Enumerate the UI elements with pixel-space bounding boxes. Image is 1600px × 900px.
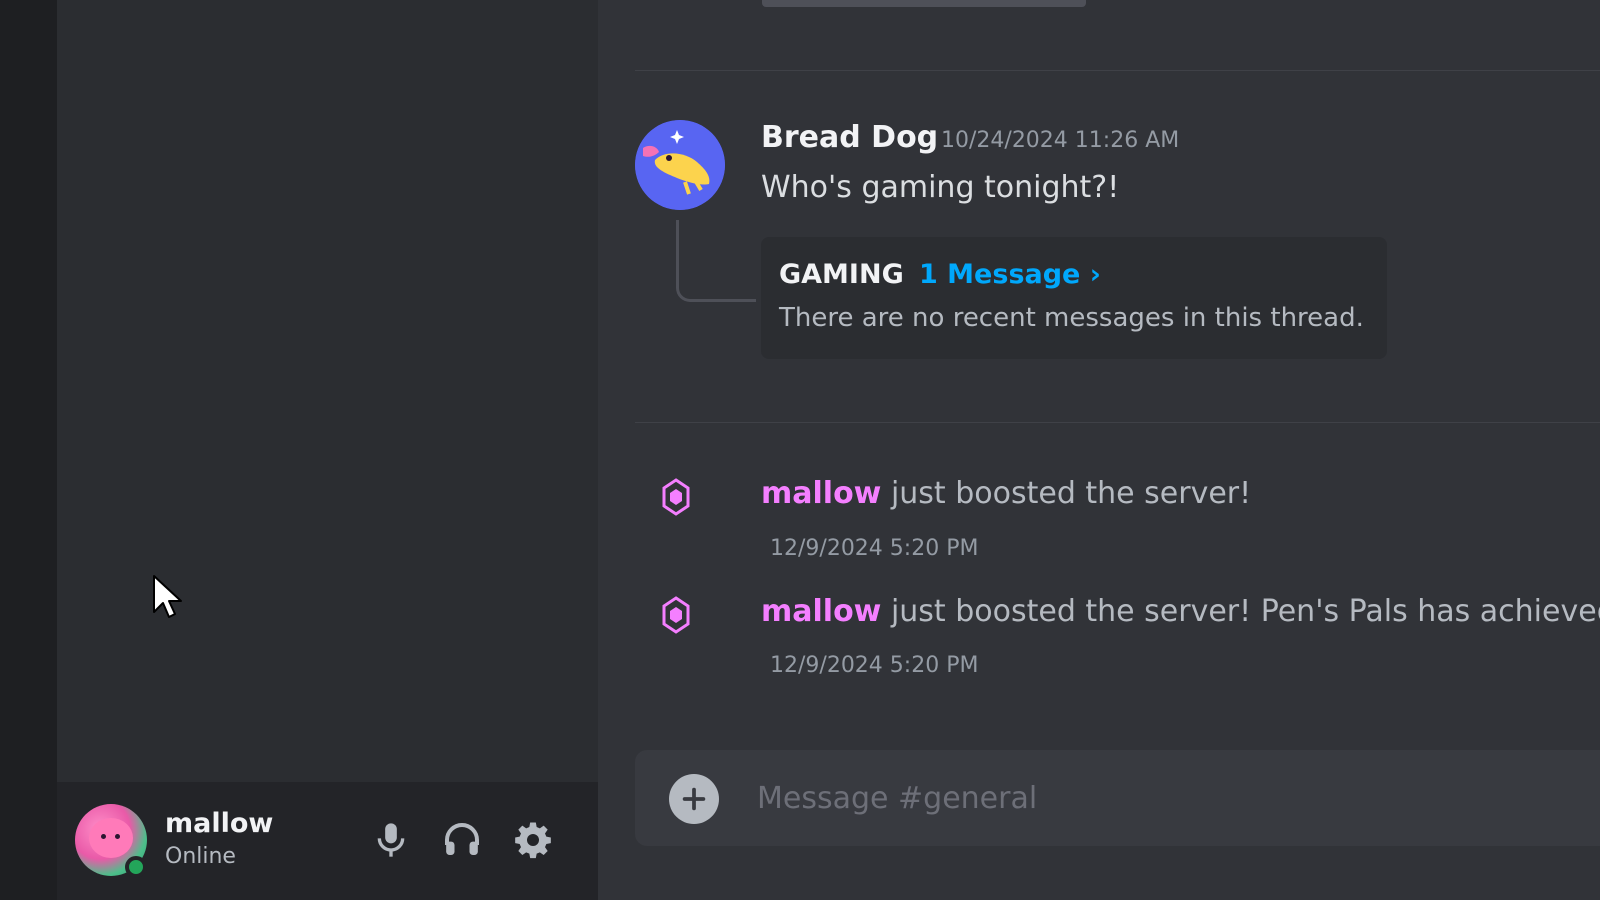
thread-message-count-link[interactable]: 1 Message › [919,259,1101,290]
headphones-icon [445,823,479,855]
chat-area: Bread Dog 10/24/2024 11:26 AM Who's gami… [598,0,1600,900]
thread-name[interactable]: GAMING [779,259,904,290]
previous-embed [762,0,1086,7]
user-settings-button[interactable] [507,814,559,866]
boost-timestamp: 12/9/2024 5:20 PM [770,653,979,678]
message-divider [635,422,1600,423]
channel-sidebar [57,0,598,900]
gear-icon [515,822,551,859]
mouse-cursor-icon [153,575,182,618]
microphone-icon [377,823,405,857]
avatar-eye [115,834,120,839]
boost-icon [662,596,690,634]
message-divider [635,70,1600,71]
boost-text: just boosted the server! Pen's Pals has … [881,594,1600,629]
boost-text: just boosted the server! [881,476,1252,511]
user-panel: mallow Online [57,782,598,900]
message-input[interactable] [757,750,1557,846]
boost-username[interactable]: mallow [761,594,881,629]
bread-dog-avatar-icon [635,120,725,210]
message-author[interactable]: Bread Dog [761,120,938,155]
thread-connector [676,220,756,302]
deafen-button[interactable] [436,814,488,866]
plus-icon [682,787,706,811]
username-label[interactable]: mallow [165,808,273,839]
user-avatar-wrap[interactable] [75,804,147,878]
mute-button[interactable] [365,814,417,866]
thread-preview: There are no recent messages in this thr… [779,303,1364,333]
message-text: Who's gaming tonight?! [761,170,1120,205]
thread-card[interactable]: GAMING 1 Message › There are no recent m… [761,237,1387,359]
boost-username[interactable]: mallow [761,476,881,511]
avatar-eye [101,834,106,839]
system-message: mallow just boosted the server! [761,476,1251,511]
boost-timestamp: 12/9/2024 5:20 PM [770,536,979,561]
avatar[interactable] [635,120,725,210]
server-rail [0,0,57,900]
message-composer [635,750,1600,846]
online-status-dot [125,856,147,878]
avatar-face [89,818,133,858]
system-message: mallow just boosted the server! Pen's Pa… [761,594,1600,629]
message-timestamp: 10/24/2024 11:26 AM [941,128,1180,153]
user-status-label: Online [165,844,236,869]
attach-button[interactable] [669,774,719,824]
boost-icon [662,478,690,516]
